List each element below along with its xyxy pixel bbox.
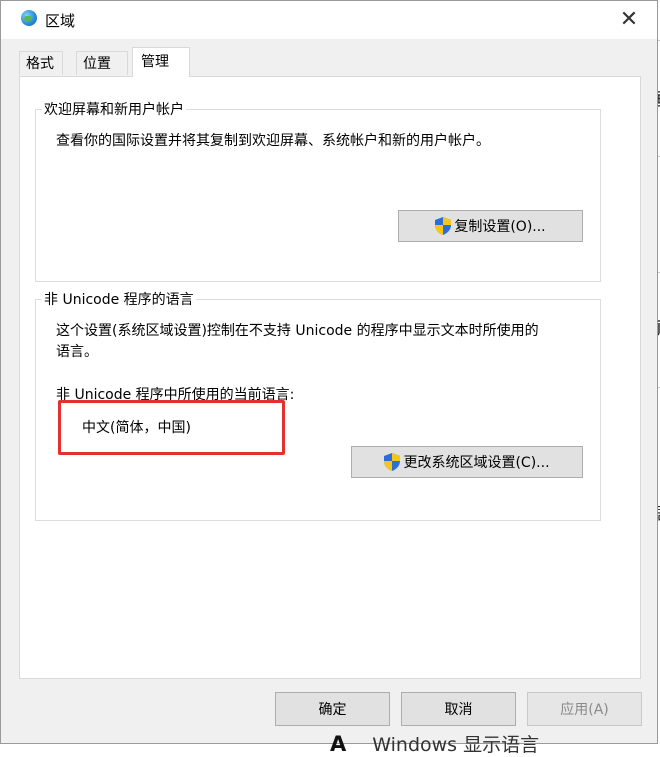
ok-button[interactable]: 确定: [275, 692, 390, 726]
group-title: 非 Unicode 程序的语言: [42, 289, 196, 309]
tab-location[interactable]: 位置: [76, 51, 128, 75]
tab-format[interactable]: 格式: [19, 51, 63, 75]
cancel-button[interactable]: 取消: [401, 692, 516, 726]
group-title: 欢迎屏幕和新用户帐户: [42, 99, 186, 119]
display-language-label: Windows 显示语言: [372, 734, 540, 756]
close-button[interactable]: ✕: [615, 7, 643, 33]
group-description-line2: 语言。: [56, 344, 98, 360]
welcome-screen-group: 欢迎屏幕和新用户帐户 查看你的国际设置并将其复制到欢迎屏幕、系统帐户和新的用户帐…: [35, 99, 601, 282]
group-description: 查看你的国际设置并将其复制到欢迎屏幕、系统帐户和新的用户帐户。: [56, 133, 490, 149]
apply-button[interactable]: 应用(A): [527, 692, 642, 726]
copy-settings-label: 复制设置(O)...: [454, 219, 546, 235]
title-bar: 区域 ✕: [1, 1, 657, 39]
background-display-language-row: A Windows 显示语言: [330, 730, 539, 757]
uac-shield-icon: [435, 217, 452, 235]
uac-shield-icon: [384, 453, 401, 471]
region-dialog: 区域 ✕ 格式 位置 管理 欢迎屏幕和新用户帐户 查看你的国际设置并将其复制到欢…: [0, 0, 658, 744]
tab-administrative[interactable]: 管理: [132, 47, 190, 77]
group-description-line1: 这个设置(系统区域设置)控制在不支持 Unicode 的程序中显示文本时所使用的: [56, 323, 539, 339]
change-locale-label: 更改系统区域设置(C)...: [403, 455, 550, 471]
red-highlight-box: [58, 400, 285, 455]
copy-settings-button[interactable]: 复制设置(O)...: [398, 210, 583, 242]
administrative-panel: 欢迎屏幕和新用户帐户 查看你的国际设置并将其复制到欢迎屏幕、系统帐户和新的用户帐…: [19, 76, 641, 679]
change-system-locale-button[interactable]: 更改系统区域设置(C)...: [351, 446, 583, 478]
window-title: 区域: [45, 12, 76, 30]
globe-icon: [21, 10, 37, 26]
display-language-icon: A: [330, 732, 347, 756]
